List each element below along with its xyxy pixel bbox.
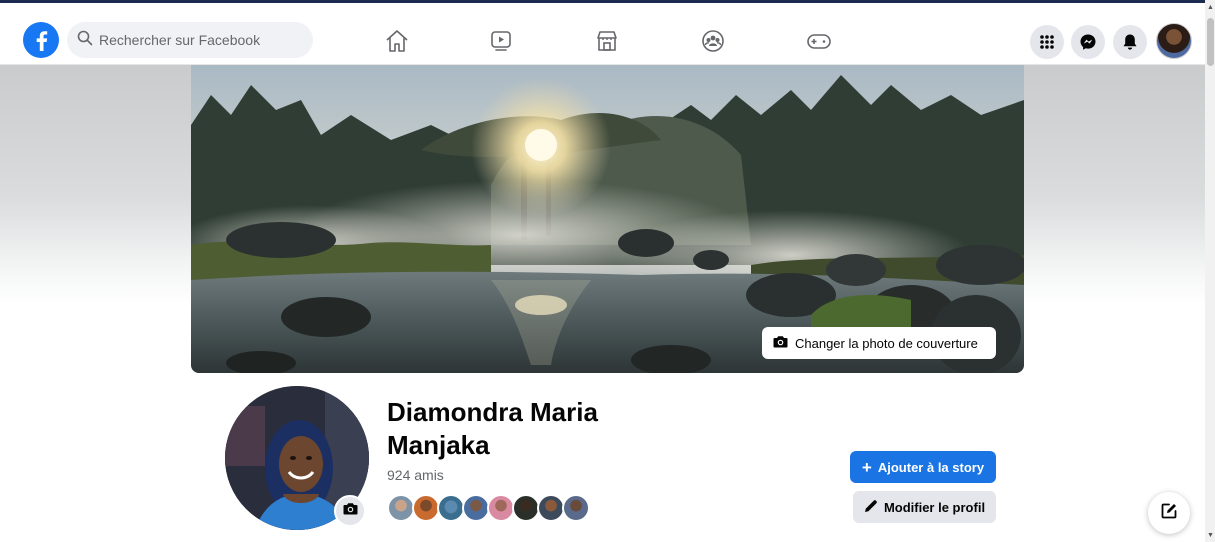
edit-profile-button[interactable]: Modifier le profil	[853, 491, 996, 523]
messenger-icon[interactable]	[1071, 25, 1105, 59]
page-scrollbar[interactable]	[1205, 0, 1215, 542]
scroll-up-arrow-icon[interactable]: ▲	[1207, 4, 1214, 11]
friend-avatar[interactable]	[512, 494, 540, 522]
search-box[interactable]	[67, 22, 313, 58]
camera-icon	[343, 502, 358, 520]
scrollbar-thumb[interactable]	[1207, 18, 1214, 66]
camera-icon	[773, 335, 788, 351]
friend-avatar[interactable]	[537, 494, 565, 522]
watch-icon[interactable]	[485, 25, 517, 57]
account-avatar[interactable]	[1156, 23, 1192, 59]
new-message-icon	[1160, 502, 1178, 525]
menu-grid-icon[interactable]	[1030, 25, 1064, 59]
groups-icon[interactable]	[697, 25, 729, 57]
top-navbar	[0, 3, 1205, 65]
friends-count[interactable]: 924 amis	[387, 467, 444, 483]
add-to-story-button[interactable]: + Ajouter à la story	[850, 451, 996, 483]
search-input[interactable]	[99, 32, 299, 48]
profile-camera-button[interactable]	[334, 495, 366, 527]
friend-avatar[interactable]	[387, 494, 415, 522]
friend-avatar[interactable]	[462, 494, 490, 522]
facebook-logo-icon[interactable]	[23, 22, 59, 58]
home-icon[interactable]	[381, 25, 413, 57]
friend-avatar[interactable]	[412, 494, 440, 522]
change-cover-label: Changer la photo de couverture	[795, 335, 978, 351]
gaming-icon[interactable]	[803, 25, 835, 57]
friend-avatar[interactable]	[487, 494, 515, 522]
edit-profile-label: Modifier le profil	[883, 499, 986, 515]
notifications-icon[interactable]	[1113, 25, 1147, 59]
plus-icon: +	[861, 457, 872, 477]
scroll-down-arrow-icon[interactable]: ▼	[1207, 532, 1214, 539]
marketplace-icon[interactable]	[591, 25, 623, 57]
friend-avatar[interactable]	[437, 494, 465, 522]
pencil-icon	[864, 499, 878, 516]
add-to-story-label: Ajouter à la story	[877, 459, 985, 475]
friend-avatar[interactable]	[562, 494, 590, 522]
new-message-button[interactable]	[1148, 492, 1190, 534]
search-icon	[77, 30, 93, 51]
profile-name: Diamondra Maria Manjaka	[387, 397, 598, 460]
change-cover-button[interactable]: Changer la photo de couverture	[762, 327, 996, 359]
